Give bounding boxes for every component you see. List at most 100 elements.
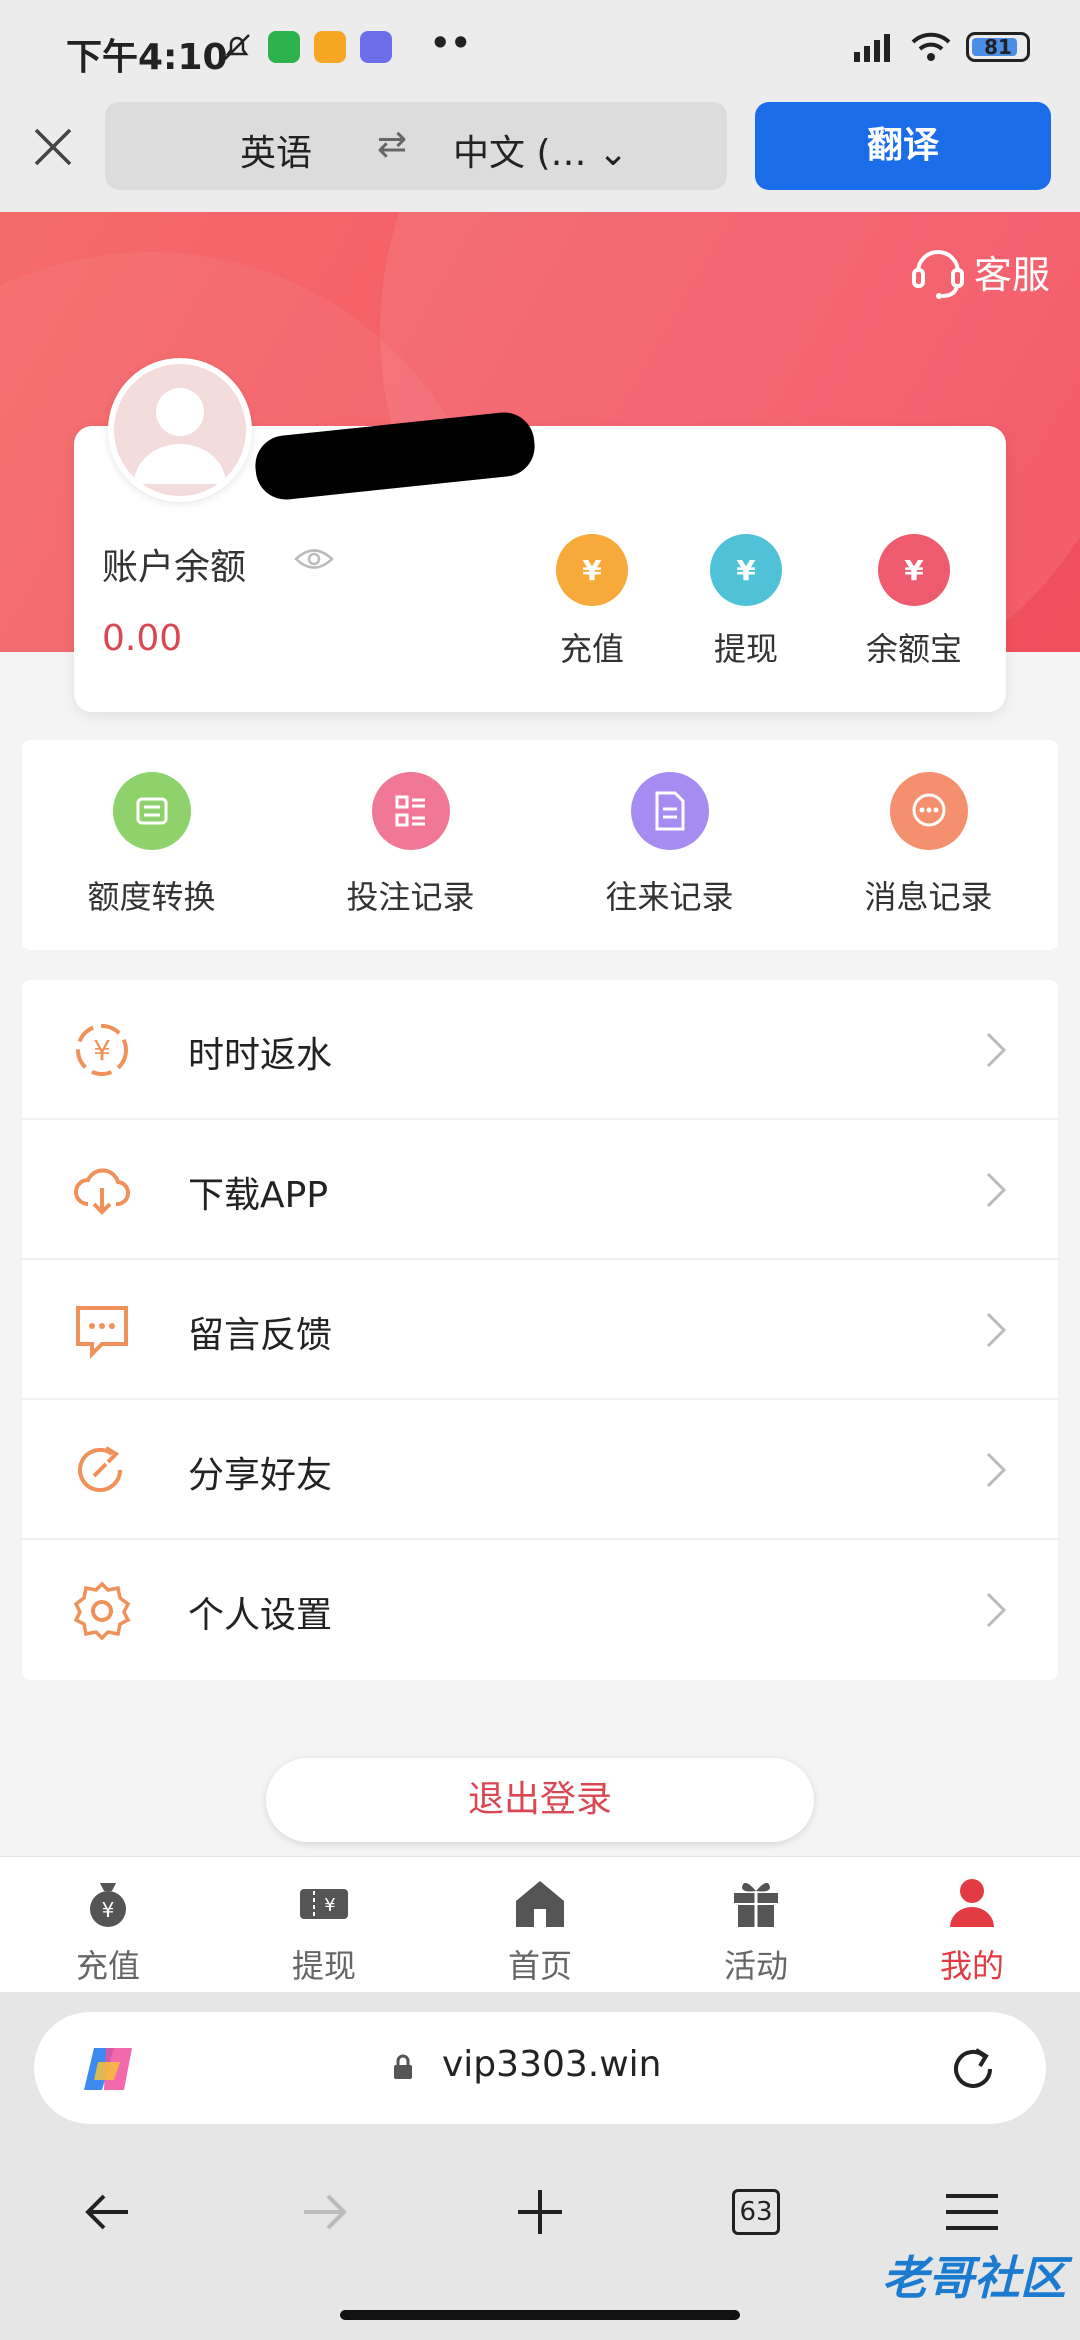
- cloud-download-icon: [74, 1168, 131, 1215]
- tab-count: 63: [732, 2189, 780, 2235]
- lock-icon: [394, 2054, 412, 2079]
- money-bag-icon: ¥: [90, 1883, 126, 1927]
- chevron-right-icon: [986, 1592, 1007, 1628]
- menu-label-rebate: 时时返水: [188, 1035, 333, 1076]
- customer-service-button[interactable]: 客服: [910, 242, 1050, 300]
- logout-button[interactable]: 退出登录: [266, 1758, 814, 1842]
- menu-label-settings: 个人设置: [188, 1595, 333, 1636]
- quick-actions: 额度转换 投注记录 往来记录 消息记录: [22, 740, 1058, 950]
- balance-label: 账户余额: [102, 547, 247, 588]
- watermark: 老哥社区: [882, 2251, 1066, 2305]
- language-selector[interactable]: 英语 ⇄ 中文 (… ⌄: [105, 102, 727, 190]
- bottom-tab-bar: ¥ 充值 ¥ 提现 首页 活动 我的: [0, 1856, 1080, 1992]
- menu-label-download: 下载APP: [188, 1175, 329, 1216]
- chevron-down-icon: ⌄: [597, 133, 629, 174]
- arrow-left-icon: [85, 2194, 128, 2230]
- yuebao-action[interactable]: ¥ 余额宝: [854, 534, 974, 670]
- home-indicator[interactable]: [340, 2310, 740, 2320]
- tab-mine[interactable]: 我的: [864, 1857, 1080, 1992]
- address-bar[interactable]: vip3303.win: [34, 2012, 1046, 2124]
- copilot-logo-icon[interactable]: [80, 2042, 138, 2096]
- translate-button[interactable]: 翻译: [755, 102, 1051, 190]
- menu-label-share: 分享好友: [188, 1455, 333, 1496]
- gift-icon: [734, 1882, 778, 1927]
- menu-list: ¥ 时时返水 下载APP 留言反馈 分享好友 个人设置: [22, 980, 1058, 1680]
- tabs-button[interactable]: 63: [648, 2172, 864, 2252]
- money-bag-icon: ¥: [556, 534, 628, 606]
- tab-home[interactable]: 首页: [432, 1857, 648, 1992]
- new-tab-button[interactable]: [432, 2172, 648, 2252]
- browser-nav: 63: [0, 2172, 1080, 2252]
- wifi-icon: [911, 32, 951, 61]
- status-right: 81: [852, 30, 1030, 64]
- home-icon: [516, 1881, 564, 1927]
- menu-button[interactable]: [864, 2172, 1080, 2252]
- bell-mute-icon: [224, 34, 250, 60]
- source-language[interactable]: 英语: [240, 124, 312, 176]
- app-icon: [360, 31, 392, 63]
- user-avatar-icon: [134, 388, 226, 484]
- status-bar: 下午4:10 •• 81: [0, 0, 1080, 100]
- translate-bar: 英语 ⇄ 中文 (… ⌄ 翻译: [0, 100, 1080, 212]
- eye-icon[interactable]: [294, 544, 334, 574]
- transaction-record-item[interactable]: 往来记录: [540, 740, 799, 950]
- rebate-icon: ¥: [76, 1024, 128, 1076]
- quota-transfer-item[interactable]: 额度转换: [22, 740, 281, 950]
- headset-icon: [911, 250, 964, 299]
- menu-item-rebate[interactable]: ¥ 时时返水: [22, 980, 1058, 1120]
- transfer-icon: [112, 772, 191, 850]
- svg-text:¥: ¥: [102, 1898, 115, 1922]
- chevron-right-icon: [986, 1032, 1007, 1068]
- tab-withdraw[interactable]: ¥ 提现: [216, 1857, 432, 1992]
- message-icon: [889, 772, 968, 850]
- avatar[interactable]: [108, 358, 252, 502]
- menu-item-feedback[interactable]: 留言反馈: [22, 1260, 1058, 1400]
- tab-recharge[interactable]: ¥ 充值: [0, 1857, 216, 1992]
- recharge-label: 充值: [559, 630, 624, 668]
- treasure-icon: ¥: [878, 534, 950, 606]
- menu-item-download[interactable]: 下载APP: [22, 1120, 1058, 1260]
- chat-app-icon: [314, 31, 346, 63]
- wechat-icon: [268, 31, 300, 63]
- tab-label-recharge: 充值: [75, 1947, 140, 1985]
- tab-label-activity: 活动: [723, 1947, 788, 1985]
- bet-record-item[interactable]: 投注记录: [281, 740, 540, 950]
- url-text[interactable]: vip3303.win: [442, 2044, 661, 2085]
- back-button[interactable]: [0, 2172, 216, 2252]
- menu-item-settings[interactable]: 个人设置: [22, 1540, 1058, 1680]
- transaction-record-label: 往来记录: [605, 878, 734, 916]
- ticket-icon: ¥: [300, 1889, 348, 1919]
- menu-item-share[interactable]: 分享好友: [22, 1400, 1058, 1540]
- hamburger-menu-icon: [946, 2194, 998, 2230]
- quota-transfer-label: 额度转换: [87, 878, 216, 916]
- list-icon: [371, 772, 450, 850]
- svg-text:¥: ¥: [93, 1034, 111, 1067]
- recharge-action[interactable]: ¥ 充值: [532, 534, 652, 670]
- forward-button[interactable]: [216, 2172, 432, 2252]
- close-icon[interactable]: [30, 124, 76, 170]
- withdraw-action[interactable]: ¥ 提现: [686, 534, 806, 670]
- battery-icon: 81: [966, 32, 1030, 62]
- yuebao-label: 余额宝: [865, 630, 962, 668]
- tab-activity[interactable]: 活动: [648, 1857, 864, 1992]
- message-record-label: 消息记录: [864, 878, 993, 916]
- balance-value: 0.00: [102, 618, 183, 659]
- document-icon: [630, 772, 709, 850]
- tab-label-withdraw: 提现: [291, 1947, 356, 1985]
- status-time: 下午4:10: [66, 37, 228, 78]
- svg-text:¥: ¥: [324, 1895, 335, 1916]
- chevron-right-icon: [986, 1312, 1007, 1348]
- target-language[interactable]: 中文 (… ⌄: [453, 124, 628, 176]
- settings-icon: [73, 1581, 131, 1640]
- chevron-right-icon: [986, 1172, 1007, 1208]
- tab-label-mine: 我的: [939, 1947, 1004, 1985]
- message-record-item[interactable]: 消息记录: [799, 740, 1058, 950]
- hand-yuan-icon: ¥: [710, 534, 782, 606]
- feedback-icon: [76, 1306, 128, 1359]
- reload-icon[interactable]: [946, 2042, 1000, 2096]
- notification-icons: [220, 30, 392, 64]
- share-icon: [78, 1446, 122, 1492]
- swap-icon[interactable]: ⇄: [377, 124, 407, 165]
- tab-label-home: 首页: [507, 1947, 572, 1985]
- more-notifications-icon: ••: [430, 24, 471, 62]
